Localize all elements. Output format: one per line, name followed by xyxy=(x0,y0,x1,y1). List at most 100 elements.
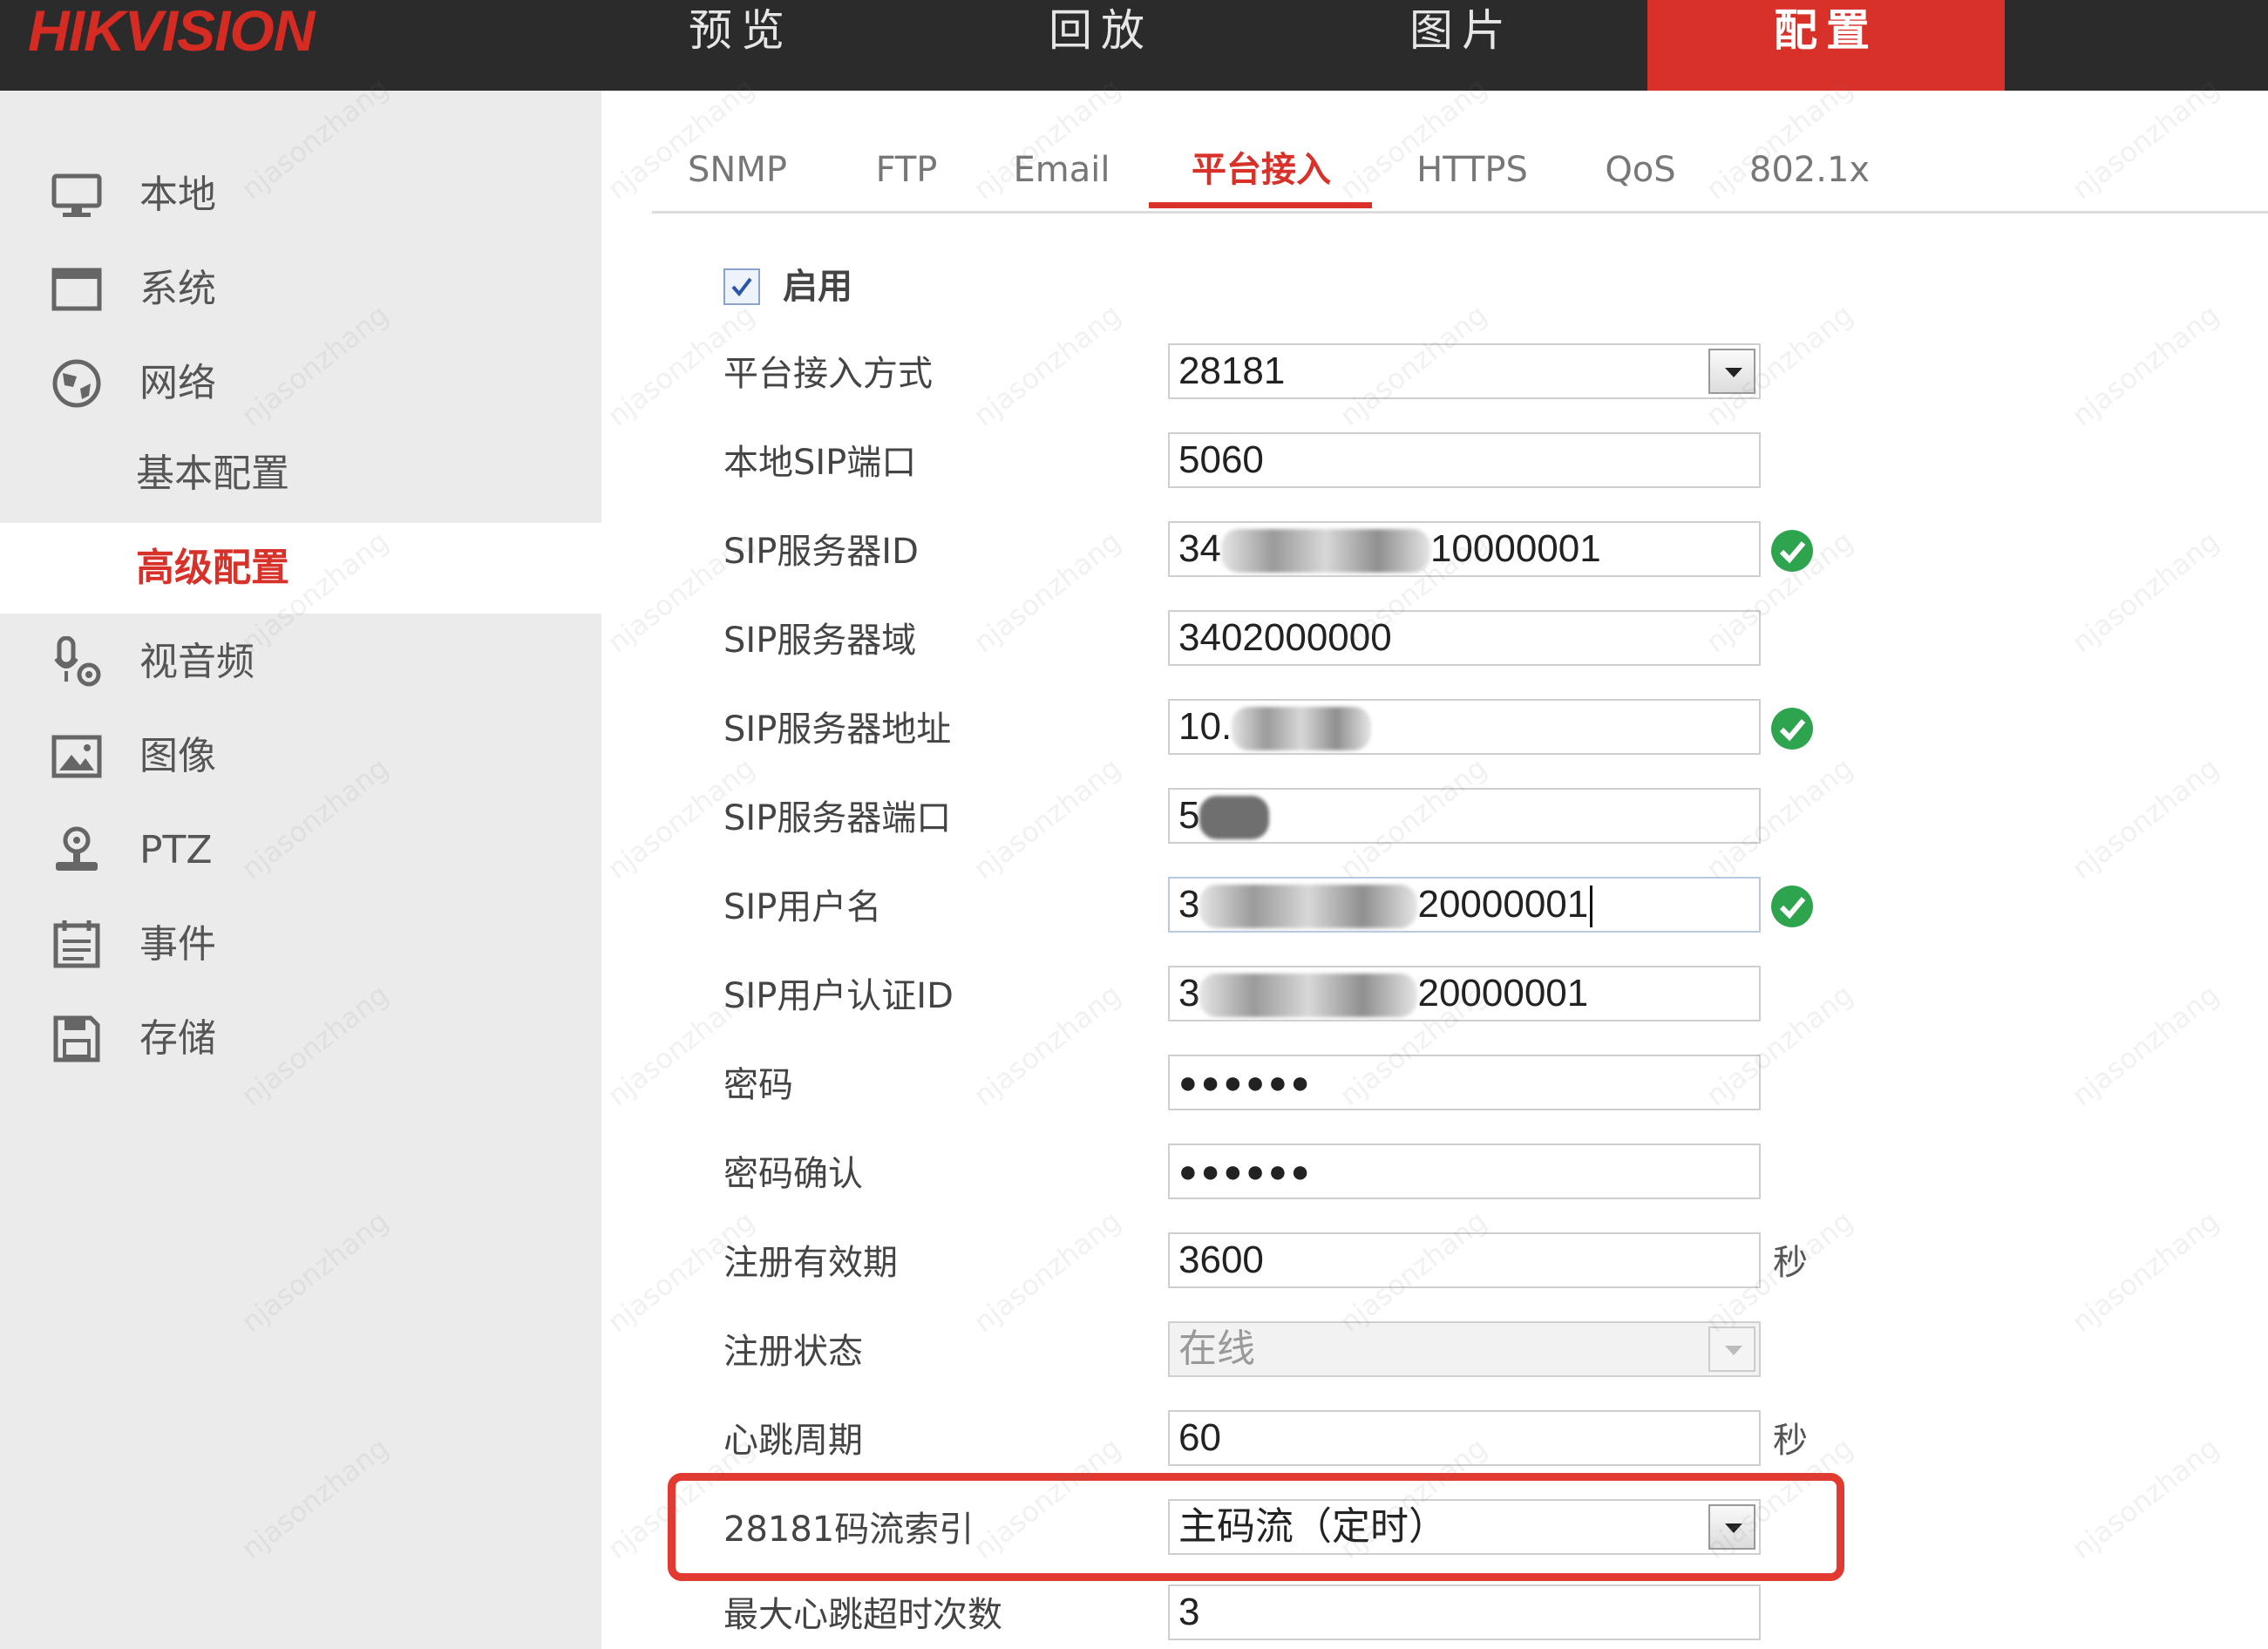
sidebar-item-ptz[interactable]: PTZ xyxy=(0,805,601,892)
dropdown-arrow-icon xyxy=(1708,1327,1755,1372)
form-row-sip-server-id: SIP服务器ID 34 10000001 xyxy=(723,521,1857,582)
local-sip-port-value: 5060 xyxy=(1178,438,1264,481)
heartbeat-label: 心跳周期 xyxy=(723,1421,863,1461)
window-icon xyxy=(51,263,103,316)
access-mode-label: 平台接入方式 xyxy=(723,354,933,394)
sip-username-input[interactable]: 3 20000001 xyxy=(1168,877,1761,933)
sidebar-subitem-label: 高级配置 xyxy=(136,546,289,590)
sidebar-item-audio-video[interactable]: 视音频 xyxy=(0,617,601,704)
sip-server-id-label: SIP服务器ID xyxy=(723,532,919,572)
local-sip-port-input[interactable]: 5060 xyxy=(1168,432,1761,488)
sip-server-domain-input[interactable]: 3402000000 xyxy=(1168,610,1761,666)
tab-8021x[interactable]: 802.1x xyxy=(1742,139,1878,200)
heartbeat-input[interactable]: 60 xyxy=(1168,1410,1761,1466)
tab-platform-access[interactable]: 平台接入 xyxy=(1151,139,1372,200)
sidebar-item-event[interactable]: 事件 xyxy=(0,899,601,987)
form-row-password-confirm: 密码确认 ●●●●●● xyxy=(723,1143,1857,1205)
dropdown-arrow-icon[interactable] xyxy=(1708,349,1755,394)
sip-server-domain-value: 3402000000 xyxy=(1178,616,1392,659)
redaction-blur xyxy=(1199,796,1270,840)
reg-status-value: 在线 xyxy=(1178,1327,1255,1370)
sip-username-label: SIP用户名 xyxy=(723,887,882,927)
password-confirm-value: ●●●●●● xyxy=(1178,1153,1314,1189)
tab-ftp[interactable]: FTP xyxy=(854,139,959,200)
sidebar-item-label: 本地 xyxy=(139,173,216,217)
password-input[interactable]: ●●●●●● xyxy=(1168,1055,1761,1110)
password-label: 密码 xyxy=(723,1065,793,1105)
sip-auth-id-suffix: 20000001 xyxy=(1417,972,1589,1015)
tab-https[interactable]: HTTPS xyxy=(1407,139,1538,200)
tab-snmp[interactable]: SNMP xyxy=(676,139,798,200)
enable-checkbox[interactable] xyxy=(723,268,760,305)
sip-auth-id-input[interactable]: 3 20000001 xyxy=(1168,966,1761,1021)
reg-validity-input[interactable]: 3600 xyxy=(1168,1232,1761,1288)
sip-server-addr-label: SIP服务器地址 xyxy=(723,709,952,750)
form-row-max-heartbeat-timeout: 最大心跳超时次数 3 xyxy=(723,1585,1857,1646)
form-row-sip-username: SIP用户名 3 20000001 xyxy=(723,877,1857,938)
monitor-icon xyxy=(51,169,103,221)
sip-server-addr-prefix: 10. xyxy=(1178,705,1232,748)
sip-server-port-prefix: 5 xyxy=(1178,794,1200,837)
tab-qos[interactable]: QoS xyxy=(1590,139,1691,200)
ptz-icon xyxy=(51,824,103,877)
sip-server-port-input[interactable]: 5 xyxy=(1168,788,1761,844)
form-row-sip-server-domain: SIP服务器域 3402000000 xyxy=(723,610,1857,671)
watermark-text: njasonzhang xyxy=(2065,1430,2225,1566)
sidebar-item-label: 存储 xyxy=(139,1016,216,1061)
max-heartbeat-timeout-input[interactable]: 3 xyxy=(1168,1585,1761,1640)
max-heartbeat-timeout-value: 3 xyxy=(1178,1591,1200,1633)
watermark-text: njasonzhang xyxy=(2065,1204,2225,1340)
sidebar-item-storage[interactable]: 存储 xyxy=(0,994,601,1081)
tab-email[interactable]: Email xyxy=(1001,139,1123,200)
nav-picture[interactable]: 图片 xyxy=(1283,0,1640,61)
watermark-text: njasonzhang xyxy=(2065,977,2225,1113)
sidebar-subitem-label: 基本配置 xyxy=(136,451,289,496)
form-row-reg-validity: 注册有效期 3600 秒 xyxy=(723,1232,1857,1293)
reg-validity-value: 3600 xyxy=(1178,1238,1264,1281)
sidebar-item-label: 视音频 xyxy=(139,640,255,684)
enable-label: 启用 xyxy=(783,267,852,307)
form-row-sip-auth-id: SIP用户认证ID 3 20000001 xyxy=(723,966,1857,1027)
reg-status-label: 注册状态 xyxy=(723,1332,863,1372)
calendar-icon xyxy=(51,919,103,971)
sidebar-item-label: 事件 xyxy=(139,922,216,967)
sip-server-addr-input[interactable]: 10. xyxy=(1168,699,1761,755)
form-row-reg-status: 注册状态 在线 xyxy=(723,1321,1857,1382)
heartbeat-value: 60 xyxy=(1178,1416,1221,1459)
reg-status-select: 在线 xyxy=(1168,1321,1761,1377)
nav-playback[interactable]: 回放 xyxy=(922,0,1280,61)
sidebar-subitem-basic[interactable]: 基本配置 xyxy=(0,429,601,519)
sip-username-suffix: 20000001 xyxy=(1417,883,1589,926)
watermark-text: njasonzhang xyxy=(2065,524,2225,660)
sidebar-item-local[interactable]: 本地 xyxy=(0,150,601,237)
sip-auth-id-label: SIP用户认证ID xyxy=(723,976,954,1016)
watermark-text: njasonzhang xyxy=(2065,297,2225,433)
reg-validity-label: 注册有效期 xyxy=(723,1243,898,1283)
sip-auth-id-prefix: 3 xyxy=(1178,972,1200,1015)
redaction-blur xyxy=(1220,529,1430,573)
check-icon xyxy=(731,277,752,297)
text-cursor xyxy=(1590,886,1593,928)
sip-server-id-prefix: 34 xyxy=(1178,527,1221,570)
local-sip-port-label: 本地SIP端口 xyxy=(723,443,917,483)
access-mode-select[interactable]: 28181 xyxy=(1168,343,1761,399)
sidebar-item-image[interactable]: 图像 xyxy=(0,711,601,798)
form-row-local-sip-port: 本地SIP端口 5060 xyxy=(723,432,1857,493)
password-confirm-label: 密码确认 xyxy=(723,1154,863,1194)
redaction-blur xyxy=(1199,974,1418,1018)
sidebar-item-label: PTZ xyxy=(139,828,213,872)
sip-server-id-suffix: 10000001 xyxy=(1429,527,1601,570)
sip-server-id-input[interactable]: 34 10000001 xyxy=(1168,521,1761,577)
microphone-icon xyxy=(51,635,103,689)
active-tab-indicator xyxy=(1149,202,1372,208)
sidebar-subitem-advanced[interactable]: 高级配置 xyxy=(0,523,601,614)
password-confirm-input[interactable]: ●●●●●● xyxy=(1168,1143,1761,1199)
sip-username-prefix: 3 xyxy=(1178,883,1200,926)
nav-config[interactable]: 配置 xyxy=(1647,0,2005,91)
sidebar-item-label: 图像 xyxy=(139,734,216,778)
image-icon xyxy=(51,730,103,783)
sidebar-item-network[interactable]: 网络 xyxy=(0,338,601,425)
nav-preview[interactable]: 预览 xyxy=(562,0,920,61)
sidebar-item-system[interactable]: 系统 xyxy=(0,244,601,331)
sidebar-item-label: 网络 xyxy=(139,361,216,405)
